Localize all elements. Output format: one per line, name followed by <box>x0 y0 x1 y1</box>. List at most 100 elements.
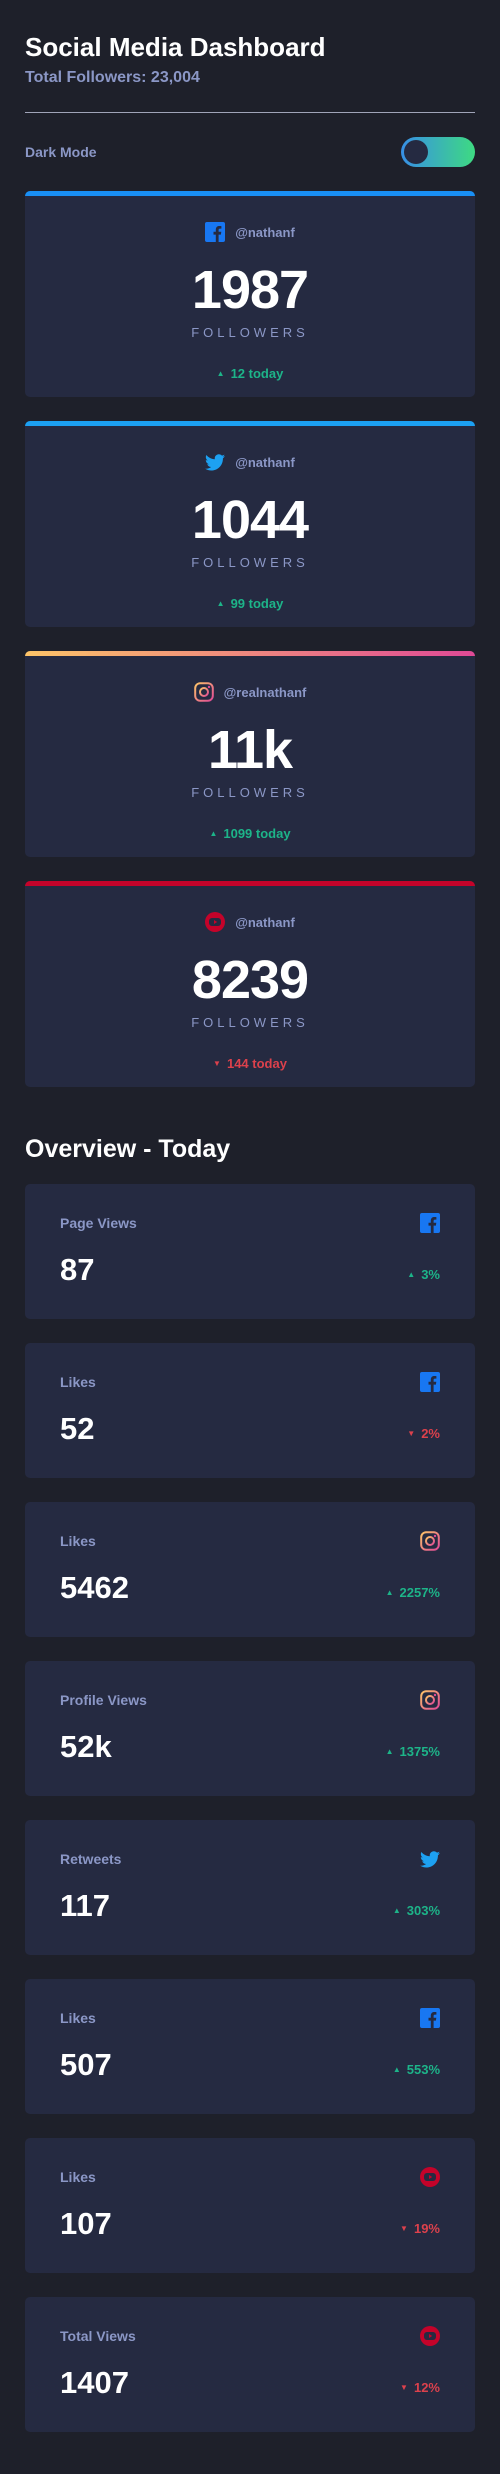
overview-card-youtube[interactable]: Total Views 1407 ▼ 12% <box>25 2297 475 2432</box>
facebook-icon <box>420 1213 440 1233</box>
metric-value: 117 <box>60 1888 111 1923</box>
total-followers: Total Followers: 23,004 <box>25 69 200 86</box>
twitter-icon <box>205 452 226 472</box>
follower-count: 1044 <box>191 490 309 550</box>
metric-change-text: 19% <box>413 2221 440 2236</box>
arrow-down-icon: ▼ <box>400 2224 408 2233</box>
metric-value: 52 <box>60 1411 95 1446</box>
arrow-up-icon: ▲ <box>216 599 225 608</box>
overview-card-facebook[interactable]: Page Views 87 ▲ 3% <box>25 1184 475 1319</box>
metric-value: 5462 <box>60 1570 129 1605</box>
overview-card-body: 117 ▲ 303% <box>60 1888 440 1924</box>
metric-change: ▲ 2257% <box>386 1585 440 1600</box>
followers-label: FOLLOWERS <box>191 1015 309 1030</box>
overview-card-body: 87 ▲ 3% <box>60 1252 440 1288</box>
handle-row: @realnathanf <box>193 681 306 703</box>
metric-label: Likes <box>60 2169 96 2185</box>
dark-mode-toggle[interactable] <box>401 137 475 167</box>
metric-change-text: 2% <box>421 1426 440 1441</box>
metric-change: ▼ 12% <box>400 2380 440 2395</box>
follower-card-youtube[interactable]: @nathanf 8239 FOLLOWERS ▼ 144 today <box>25 881 475 1087</box>
overview-card-header: Total Views <box>60 2325 440 2347</box>
youtube-icon <box>420 2167 440 2187</box>
account-handle: @nathanf <box>235 454 295 470</box>
follower-cards: @nathanf 1987 FOLLOWERS ▲ 12 today @nathanf 10… <box>25 191 475 1087</box>
card-accent-bar <box>25 651 475 656</box>
overview-card-body: 507 ▲ 553% <box>60 2047 440 2083</box>
card-accent-bar <box>25 881 475 886</box>
handle-row: @nathanf <box>205 911 295 933</box>
overview-card-instagram[interactable]: Profile Views 52k ▲ 1375% <box>25 1661 475 1796</box>
metric-change-text: 2257% <box>399 1585 440 1600</box>
overview-card-header: Retweets <box>60 1848 440 1870</box>
metric-change: ▲ 553% <box>393 2062 440 2077</box>
overview-card-body: 52 ▼ 2% <box>60 1411 440 1447</box>
handle-row: @nathanf <box>205 451 295 473</box>
overview-card-body: 107 ▼ 19% <box>60 2206 440 2242</box>
instagram-icon <box>420 1690 440 1710</box>
metric-label: Profile Views <box>60 1692 147 1708</box>
arrow-down-icon: ▼ <box>400 2383 408 2392</box>
arrow-up-icon: ▲ <box>385 1747 394 1756</box>
daily-change-text: 1099 today <box>223 826 291 841</box>
daily-change: ▲ 1099 today <box>209 826 290 841</box>
dark-mode-label: Dark Mode <box>25 144 97 160</box>
follower-count: 8239 <box>191 950 309 1010</box>
metric-change: ▼ 2% <box>407 1426 440 1441</box>
page-title: Social Media Dashboard <box>25 32 326 62</box>
metric-change-text: 1375% <box>399 1744 440 1759</box>
follower-card-instagram[interactable]: @realnathanf 11k FOLLOWERS ▲ 1099 today <box>25 651 475 857</box>
follower-card-facebook[interactable]: @nathanf 1987 FOLLOWERS ▲ 12 today <box>25 191 475 397</box>
overview-card-body: 5462 ▲ 2257% <box>60 1570 440 1606</box>
overview-card-body: 1407 ▼ 12% <box>60 2365 440 2401</box>
arrow-up-icon: ▲ <box>407 1270 416 1279</box>
overview-card-instagram[interactable]: Likes 5462 ▲ 2257% <box>25 1502 475 1637</box>
metric-value: 1407 <box>60 2365 129 2400</box>
header: Social Media Dashboard Total Followers: … <box>25 32 475 88</box>
account-handle: @nathanf <box>235 224 295 240</box>
youtube-icon <box>420 2326 440 2346</box>
followers-label: FOLLOWERS <box>191 555 309 570</box>
metric-label: Total Views <box>60 2328 136 2344</box>
overview-card-twitter[interactable]: Retweets 117 ▲ 303% <box>25 1820 475 1955</box>
metric-value: 507 <box>60 2047 112 2082</box>
overview-card-facebook[interactable]: Likes 507 ▲ 553% <box>25 1979 475 2114</box>
overview-cards: Page Views 87 ▲ 3% Likes 52 ▼ 2% Likes 5462 ▲ 2257%… <box>25 1184 475 2432</box>
overview-card-facebook[interactable]: Likes 52 ▼ 2% <box>25 1343 475 1478</box>
follower-count: 11k <box>207 720 293 780</box>
metric-change-text: 303% <box>406 1903 440 1918</box>
daily-change-text: 12 today <box>230 366 284 381</box>
metric-label: Retweets <box>60 1851 122 1867</box>
metric-change-text: 3% <box>421 1267 440 1282</box>
follower-card-twitter[interactable]: @nathanf 1044 FOLLOWERS ▲ 99 today <box>25 421 475 627</box>
facebook-icon <box>420 1372 440 1392</box>
overview-card-youtube[interactable]: Likes 107 ▼ 19% <box>25 2138 475 2273</box>
overview-card-header: Likes <box>60 1530 440 1552</box>
metric-value: 87 <box>60 1252 95 1287</box>
card-accent-bar <box>25 421 475 426</box>
card-accent-bar <box>25 191 475 196</box>
handle-row: @nathanf <box>205 221 295 243</box>
followers-label: FOLLOWERS <box>191 785 309 800</box>
metric-change: ▼ 19% <box>400 2221 440 2236</box>
metric-label: Likes <box>60 2010 96 2026</box>
instagram-icon <box>193 682 214 702</box>
twitter-icon <box>420 1849 440 1869</box>
metric-value: 52k <box>60 1729 112 1764</box>
facebook-icon <box>420 2008 440 2028</box>
overview-card-header: Likes <box>60 1371 440 1393</box>
followers-label: FOLLOWERS <box>191 325 309 340</box>
dashboard: Social Media Dashboard Total Followers: … <box>0 0 500 2432</box>
overview-card-header: Likes <box>60 2166 440 2188</box>
daily-change-text: 99 today <box>230 596 284 611</box>
overview-card-header: Page Views <box>60 1212 440 1234</box>
metric-change: ▲ 303% <box>393 1903 440 1918</box>
daily-change: ▼ 144 today <box>213 1056 287 1071</box>
header-divider <box>25 112 475 113</box>
overview-card-header: Profile Views <box>60 1689 440 1711</box>
metric-change-text: 12% <box>413 2380 440 2395</box>
arrow-up-icon: ▲ <box>392 1906 401 1915</box>
daily-change-text: 144 today <box>226 1056 287 1071</box>
arrow-down-icon: ▼ <box>407 1429 416 1438</box>
follower-count: 1987 <box>191 260 309 320</box>
